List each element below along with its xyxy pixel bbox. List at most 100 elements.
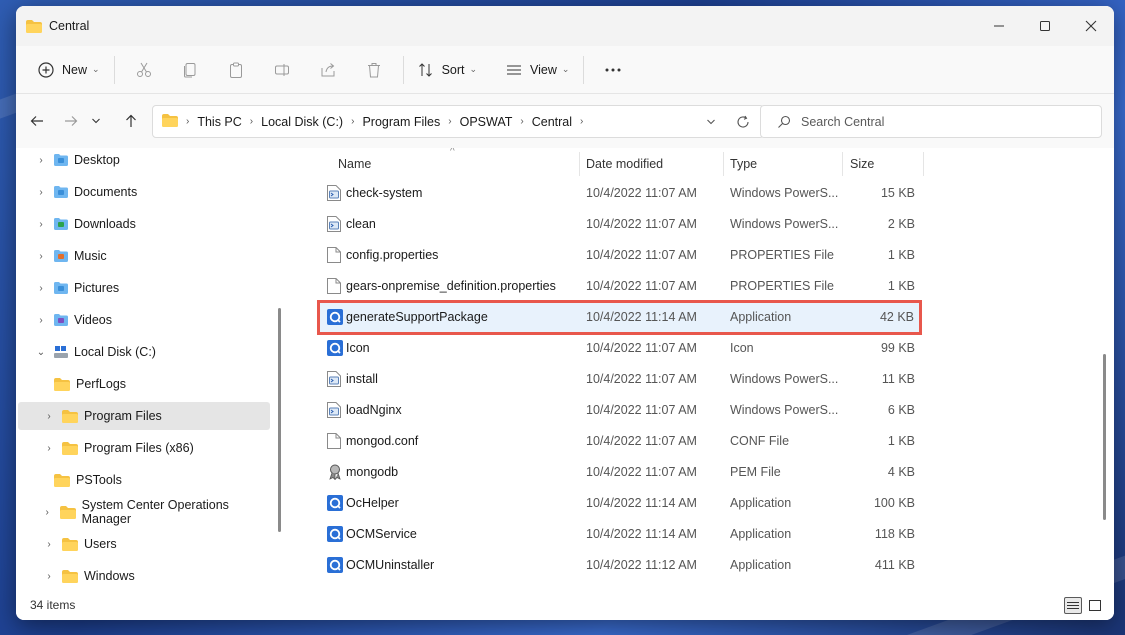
recent-locations-button[interactable] bbox=[86, 105, 106, 137]
details-view-button[interactable] bbox=[1064, 597, 1082, 614]
table-row[interactable]: mongodb 10/4/2022 11:07 AM PEM File 4 KB bbox=[304, 457, 921, 488]
file-name: mongodb bbox=[346, 465, 399, 479]
sidebar-item[interactable]: PerfLogs bbox=[18, 370, 270, 398]
breadcrumb-program-files[interactable]: Program Files bbox=[362, 115, 440, 129]
column-header-name[interactable]: Name bbox=[338, 157, 371, 171]
chevron-right-icon[interactable]: › bbox=[448, 116, 451, 127]
up-button[interactable] bbox=[115, 105, 147, 137]
column-divider[interactable] bbox=[842, 152, 843, 176]
refresh-button[interactable] bbox=[727, 106, 759, 138]
sidebar-item[interactable]: › Windows bbox=[18, 562, 270, 588]
search-box[interactable] bbox=[760, 105, 1102, 138]
powershell-script-icon bbox=[327, 402, 341, 418]
sidebar-item-label: PerfLogs bbox=[76, 377, 127, 391]
toolbar-divider bbox=[113, 55, 115, 84]
close-button[interactable] bbox=[1068, 6, 1114, 46]
sidebar-item[interactable]: ⌄ Local Disk (C:) bbox=[18, 338, 270, 366]
search-input[interactable] bbox=[801, 114, 1081, 129]
table-row[interactable]: check-system 10/4/2022 11:07 AM Windows Po… bbox=[304, 178, 921, 209]
file-date-modified: 10/4/2022 11:14 AM bbox=[586, 527, 697, 541]
column-header-type[interactable]: Type bbox=[730, 157, 757, 171]
file-list[interactable]: ^ Name Date modified Type Size check-sys… bbox=[304, 148, 1114, 588]
navigation-pane[interactable]: › Desktop › Documents › Downloads › Music › Pictu… bbox=[16, 148, 278, 588]
column-divider[interactable] bbox=[579, 152, 580, 176]
column-header-size[interactable]: Size bbox=[850, 157, 874, 171]
certificate-icon bbox=[327, 464, 341, 481]
column-header-date[interactable]: Date modified bbox=[586, 157, 663, 171]
table-row[interactable]: install 10/4/2022 11:07 AM Windows PowerS.… bbox=[304, 364, 921, 395]
chevron-right-icon[interactable]: › bbox=[40, 571, 58, 582]
table-row[interactable]: config.properties 10/4/2022 11:07 AM PROPE… bbox=[304, 240, 921, 271]
chevron-right-icon[interactable]: › bbox=[32, 251, 50, 262]
address-history-button[interactable] bbox=[695, 106, 727, 138]
table-row[interactable]: loadNginx 10/4/2022 11:07 AM Windows Power… bbox=[304, 395, 921, 426]
sidebar-item[interactable]: › Videos bbox=[18, 306, 270, 334]
forward-button[interactable] bbox=[55, 105, 87, 137]
sidebar-item[interactable]: › Pictures bbox=[18, 274, 270, 302]
table-row[interactable]: mongod.conf 10/4/2022 11:07 AM CONF File 1 … bbox=[304, 426, 921, 457]
file-date-modified: 10/4/2022 11:07 AM bbox=[586, 248, 697, 262]
table-row[interactable]: clean 10/4/2022 11:07 AM Windows PowerS...… bbox=[304, 209, 921, 240]
chevron-down-icon[interactable]: ⌄ bbox=[32, 347, 50, 358]
chevron-right-icon[interactable]: › bbox=[40, 411, 58, 422]
breadcrumb-central[interactable]: Central bbox=[532, 115, 572, 129]
copy-button[interactable] bbox=[167, 54, 213, 86]
file-list-scrollbar[interactable] bbox=[1103, 354, 1106, 520]
sort-button[interactable]: Sort ⌄ bbox=[410, 54, 485, 86]
chevron-right-icon[interactable]: › bbox=[250, 116, 253, 127]
share-button[interactable] bbox=[305, 54, 351, 86]
sidebar-item[interactable]: › Downloads bbox=[18, 210, 270, 238]
back-button[interactable] bbox=[21, 105, 53, 137]
window-title: Central bbox=[49, 19, 90, 33]
chevron-right-icon[interactable]: › bbox=[351, 116, 354, 127]
table-row[interactable]: gears-onpremise_definition.properties 10/… bbox=[304, 271, 921, 302]
delete-button[interactable] bbox=[351, 54, 397, 86]
file-name: Icon bbox=[346, 341, 370, 355]
file-size: 6 KB bbox=[887, 403, 915, 417]
chevron-right-icon[interactable]: › bbox=[40, 443, 58, 454]
chevron-right-icon[interactable]: › bbox=[580, 116, 583, 127]
address-bar[interactable]: › This PC › Local Disk (C:) › Program Fi… bbox=[152, 105, 764, 138]
table-row[interactable]: OCMService 10/4/2022 11:14 AM Application 1… bbox=[304, 519, 921, 550]
file-type: PROPERTIES File bbox=[730, 279, 834, 293]
chevron-right-icon[interactable]: › bbox=[32, 315, 50, 326]
large-icons-view-button[interactable] bbox=[1086, 597, 1104, 614]
sidebar-item[interactable]: › Program Files (x86) bbox=[18, 434, 270, 462]
more-options-button[interactable] bbox=[590, 54, 636, 86]
chevron-right-icon[interactable]: › bbox=[32, 187, 50, 198]
chevron-right-icon[interactable]: › bbox=[32, 219, 50, 230]
breadcrumb-local-disk[interactable]: Local Disk (C:) bbox=[261, 115, 343, 129]
plus-circle-icon bbox=[38, 61, 54, 78]
chevron-right-icon[interactable]: › bbox=[40, 539, 58, 550]
breadcrumb-this-pc[interactable]: This PC bbox=[197, 115, 241, 129]
sidebar-item[interactable]: PSTools bbox=[18, 466, 270, 494]
sidebar-item[interactable]: › System Center Operations Manager bbox=[18, 498, 270, 526]
rename-button[interactable] bbox=[259, 54, 305, 86]
sidebar-item[interactable]: › Users bbox=[18, 530, 270, 558]
chevron-right-icon[interactable]: › bbox=[520, 116, 523, 127]
view-button[interactable]: View ⌄ bbox=[498, 54, 577, 86]
sidebar-item[interactable]: › Program Files bbox=[18, 402, 270, 430]
sidebar-item-label: PSTools bbox=[76, 473, 122, 487]
new-button[interactable]: New ⌄ bbox=[30, 54, 108, 86]
column-divider[interactable] bbox=[723, 152, 724, 176]
breadcrumb-opswat[interactable]: OPSWAT bbox=[460, 115, 513, 129]
sidebar-item-label: System Center Operations Manager bbox=[81, 498, 229, 526]
maximize-button[interactable] bbox=[1022, 6, 1068, 46]
table-row[interactable]: OCMUninstaller 10/4/2022 11:12 AM Applicat… bbox=[304, 550, 921, 581]
table-row[interactable]: running10/4/2022 11:07 AMIcon2 KB bbox=[304, 581, 921, 588]
chevron-right-icon[interactable]: › bbox=[32, 283, 50, 294]
table-row[interactable]: OcHelper 10/4/2022 11:14 AM Application 100… bbox=[304, 488, 921, 519]
column-divider[interactable] bbox=[923, 152, 924, 176]
table-row[interactable]: Icon 10/4/2022 11:07 AM Icon 99 KB bbox=[304, 333, 921, 364]
chevron-right-icon[interactable]: › bbox=[32, 155, 50, 166]
cut-button[interactable] bbox=[121, 54, 167, 86]
minimize-button[interactable] bbox=[976, 6, 1022, 46]
paste-button[interactable] bbox=[213, 54, 259, 86]
sidebar-item[interactable]: › Music bbox=[18, 242, 270, 270]
sidebar-item[interactable]: › Documents bbox=[18, 178, 270, 206]
chevron-right-icon[interactable]: › bbox=[39, 507, 56, 518]
navigation-pane-scrollbar[interactable] bbox=[278, 308, 281, 532]
sidebar-item[interactable]: › Desktop bbox=[18, 148, 270, 174]
table-row-highlighted[interactable]: generateSupportPackage 10/4/2022 11:14 AM… bbox=[317, 300, 922, 335]
